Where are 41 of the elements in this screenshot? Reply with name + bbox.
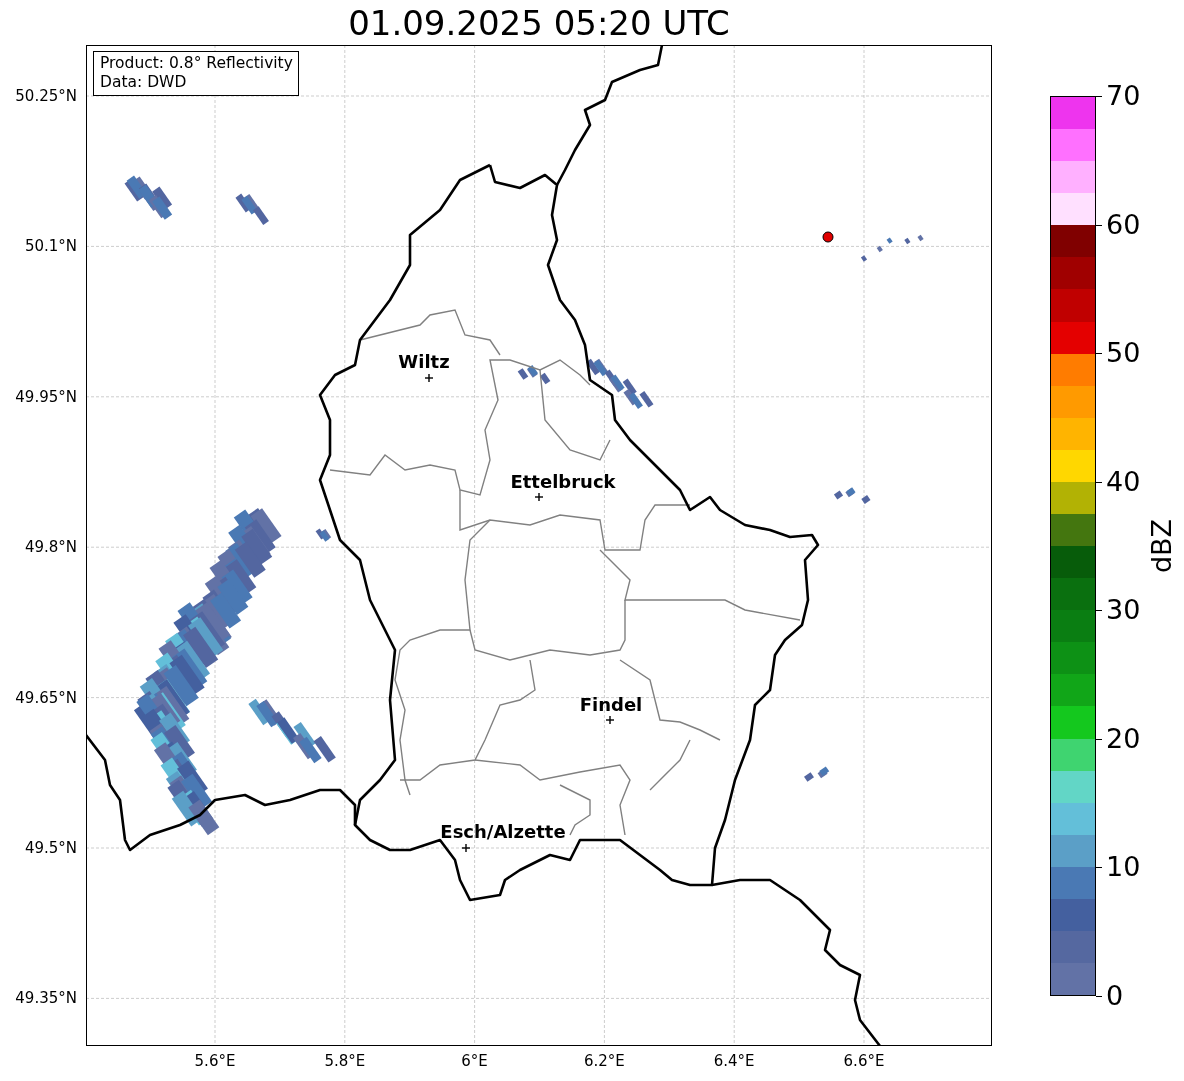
- city-marker: [461, 843, 471, 853]
- longitude-label: 5.8°E: [324, 1052, 366, 1070]
- scale-tick-label: 40: [1106, 466, 1141, 497]
- city-marker: [534, 492, 544, 502]
- radar-echo: [804, 766, 830, 782]
- radar-echo: [124, 175, 173, 220]
- city-label: Esch/Alzette: [440, 821, 566, 842]
- longitude-label: 6°E: [461, 1052, 488, 1070]
- info-text: Product: 0.8° Reflectivity: [100, 54, 293, 73]
- radar-echo: [315, 528, 332, 542]
- scale-tick-label: 20: [1106, 723, 1141, 754]
- scale-tick-label: 10: [1106, 852, 1141, 883]
- scale-tick-label: 50: [1106, 338, 1141, 369]
- longitude-label: 5.6°E: [194, 1052, 236, 1070]
- city-marker: [605, 715, 615, 725]
- latitude-label: 50.25°N: [15, 87, 77, 105]
- scale-tick-label: 30: [1106, 595, 1141, 626]
- radar-echo: [833, 487, 871, 504]
- city-label: Ettelbruck: [510, 471, 616, 492]
- radar-echo: [235, 193, 269, 225]
- latitude-label: 49.95°N: [15, 387, 77, 406]
- longitude-label: 6.6°E: [843, 1052, 885, 1070]
- chart-title: 01.09.2025 05:20 UTC: [348, 3, 730, 43]
- latitude-label: 49.35°N: [15, 989, 77, 1008]
- city-label: Findel: [579, 694, 643, 715]
- latitude-label: 50.1°N: [24, 237, 77, 256]
- latitude-label: 49.5°N: [24, 839, 77, 857]
- info-text: Data: DWD: [100, 73, 188, 92]
- longitude-label: 6.2°E: [583, 1052, 625, 1070]
- longitude-label: 6.4°E: [713, 1052, 755, 1070]
- location-dot: [822, 231, 834, 243]
- scale-tick-label: 70: [1106, 81, 1141, 111]
- scale-tick-label: 60: [1106, 209, 1141, 240]
- radar-echo: [860, 234, 924, 262]
- scale-unit-label: dBZ: [1147, 518, 1177, 574]
- city-label: Wiltz: [398, 351, 450, 372]
- scale-tick-label: 0: [1106, 981, 1124, 1011]
- city-marker: [424, 373, 434, 383]
- radar-echo: [517, 365, 551, 385]
- latitude-label: 49.65°N: [15, 688, 77, 707]
- latitude-label: 49.8°N: [24, 538, 77, 557]
